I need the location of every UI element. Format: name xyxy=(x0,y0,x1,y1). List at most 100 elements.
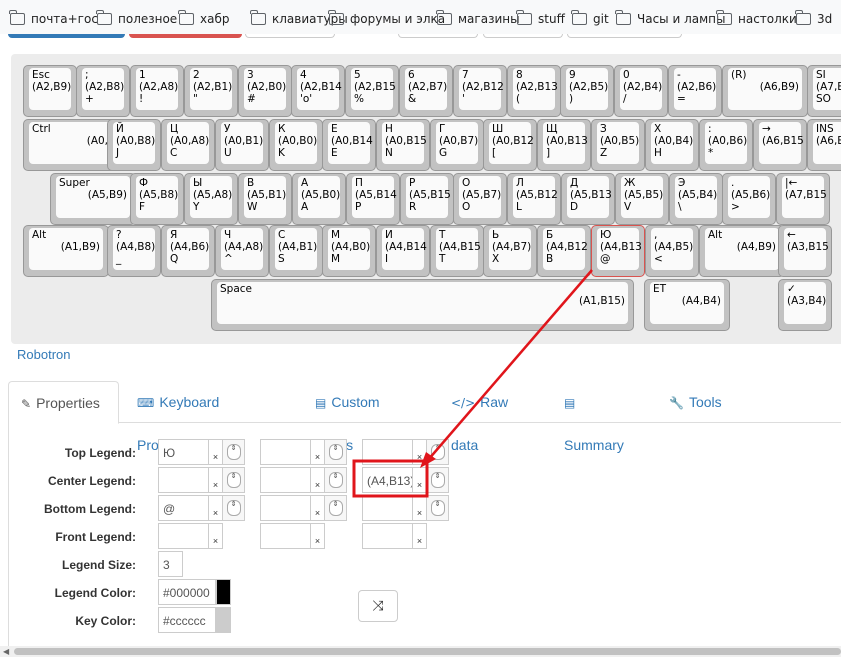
top-legend-input[interactable]: Ю xyxy=(158,439,209,465)
key[interactable]: 2 (A2,B1) " xyxy=(184,65,238,117)
key[interactable]: К (A0,B0) K xyxy=(269,119,323,171)
key[interactable]: Д (A5,B13 D xyxy=(561,173,615,225)
key[interactable]: 8 (A2,B13( xyxy=(507,65,561,117)
key[interactable]: Alt (A1,B9) xyxy=(23,225,109,277)
key[interactable]: А (A5,B0) A xyxy=(292,173,346,225)
key[interactable]: Alt (A4,B9) xyxy=(699,225,785,277)
tab-summary[interactable]: ▤Summary xyxy=(552,381,649,453)
tab-tools[interactable]: 🔧 Tools xyxy=(657,381,734,423)
key[interactable]: Б (A4,B12 B xyxy=(537,225,591,277)
bookmark-item[interactable]: настолки xyxy=(716,10,797,28)
bookmark-item[interactable]: полезное xyxy=(96,10,177,28)
key[interactable]: INS (A6,B xyxy=(807,119,841,171)
key[interactable]: 5 (A2,B15% xyxy=(345,65,399,117)
front-legend-input[interactable] xyxy=(260,523,311,549)
bottom-legend-input[interactable]: @ xyxy=(158,495,209,521)
key[interactable]: М (A4,B0) M xyxy=(322,225,376,277)
bookmark-item[interactable]: почта+гос xyxy=(9,10,98,28)
key[interactable]: 7 (A2,B12 ' xyxy=(453,65,507,117)
shuffle-button[interactable]: ⤨ xyxy=(358,590,398,622)
bookmark-item[interactable]: stuff xyxy=(516,10,565,28)
clear-icon[interactable]: × xyxy=(311,467,325,493)
clear-icon[interactable]: × xyxy=(209,467,223,493)
key[interactable]: Л (A5,B12 L xyxy=(507,173,561,225)
primary-button-edge[interactable] xyxy=(8,34,125,38)
key[interactable]: Ь (A4,B7) X xyxy=(483,225,537,277)
default-button-edge[interactable] xyxy=(567,34,682,38)
bookmark-item[interactable]: форумы и элка xyxy=(328,10,445,28)
key[interactable]: : (A0,B6) * xyxy=(699,119,753,171)
legend-color-swatch[interactable] xyxy=(216,579,231,605)
default-button-edge[interactable] xyxy=(245,34,335,38)
clear-icon[interactable]: × xyxy=(413,467,427,493)
tab-keyboard-properties[interactable]: ⌨Keyboard Properties xyxy=(125,381,291,453)
key[interactable]: Е (A0,B14 E xyxy=(322,119,376,171)
key[interactable]: Я (A4,B6) Q xyxy=(161,225,215,277)
bottom-legend-input[interactable] xyxy=(260,495,311,521)
front-legend-input[interactable] xyxy=(362,523,413,549)
key[interactable]: SI (A7,B SO xyxy=(807,65,841,117)
front-legend-input[interactable] xyxy=(158,523,209,549)
key[interactable]: 6 (A2,B7) & xyxy=(399,65,453,117)
key[interactable]: . (A5,B6) > xyxy=(722,173,776,225)
keyboard-name-link[interactable]: Robotron xyxy=(17,347,70,362)
key[interactable]: ET (A4,B4) xyxy=(644,279,730,331)
key[interactable]: Ю (A4,B13 @ xyxy=(591,225,645,277)
key[interactable]: Space (A1,B15) xyxy=(211,279,634,331)
bottom-legend-input[interactable] xyxy=(362,495,413,521)
scrollbar-thumb[interactable] xyxy=(14,648,841,655)
spinner-control[interactable]: ⇕ xyxy=(427,439,449,465)
key[interactable]: |← (A7,B15 xyxy=(776,173,830,225)
clear-icon[interactable]: × xyxy=(413,495,427,521)
center-legend-input[interactable]: (A4,B13) xyxy=(362,467,413,493)
key[interactable]: Ж (A5,B5) V xyxy=(615,173,669,225)
spinner-control[interactable]: ⇕ xyxy=(223,439,245,465)
key[interactable]: Н (A0,B15 N xyxy=(376,119,430,171)
default-button-edge[interactable] xyxy=(398,34,478,38)
bookmark-item[interactable]: Часы и лампы xyxy=(615,10,725,28)
top-legend-input[interactable] xyxy=(260,439,311,465)
key[interactable]: 0 (A2,B4) / xyxy=(614,65,668,117)
clear-icon[interactable]: × xyxy=(209,495,223,521)
clear-icon[interactable]: × xyxy=(209,439,223,465)
clear-icon[interactable]: × xyxy=(311,523,325,549)
key[interactable]: Ы (A5,A8) Y xyxy=(184,173,238,225)
key-color-swatch[interactable] xyxy=(216,607,231,633)
key[interactable]: 9 (A2,B5)) xyxy=(560,65,614,117)
key[interactable]: Э (A5,B4) \ xyxy=(669,173,723,225)
clear-icon[interactable]: × xyxy=(311,495,325,521)
key[interactable]: С (A4,B1) S xyxy=(269,225,323,277)
key[interactable]: ; (A2,B8) + xyxy=(76,65,130,117)
key[interactable]: ← (A3,B15 xyxy=(778,225,832,277)
key[interactable]: У (A0,B1) U xyxy=(215,119,269,171)
tab-properties[interactable]: ✎ Properties xyxy=(8,381,119,424)
key[interactable]: Щ (A0,B13] xyxy=(537,119,591,171)
key[interactable]: Т (A4,B15 T xyxy=(430,225,484,277)
key[interactable]: ? (A4,B8) _ xyxy=(107,225,161,277)
key[interactable]: Esc (A2,B9) xyxy=(23,65,77,117)
spinner-control[interactable]: ⇕ xyxy=(325,467,347,493)
bookmark-item[interactable]: хабр xyxy=(178,10,229,28)
key[interactable]: , (A4,B5) < xyxy=(645,225,699,277)
key[interactable]: В (A5,B1) W xyxy=(238,173,292,225)
clear-icon[interactable]: × xyxy=(413,439,427,465)
key[interactable]: Г (A0,B7) G xyxy=(430,119,484,171)
clear-icon[interactable]: × xyxy=(311,439,325,465)
key[interactable]: Ч (A4,A8) ^ xyxy=(215,225,269,277)
spinner-control[interactable]: ⇕ xyxy=(427,495,449,521)
spinner-control[interactable]: ⇕ xyxy=(223,467,245,493)
key[interactable]: О (A5,B7) O xyxy=(453,173,507,225)
tab-custom-styles[interactable]: ▤Custom Styles xyxy=(303,381,422,453)
key[interactable]: 1 (A2,A8)! xyxy=(130,65,184,117)
default-button-edge[interactable] xyxy=(483,34,563,38)
center-legend-input[interactable] xyxy=(260,467,311,493)
key[interactable]: Ш (A0,B12[ xyxy=(483,119,537,171)
key[interactable]: (R) (A6,B9) xyxy=(722,65,808,117)
key[interactable]: → (A6,B15 xyxy=(753,119,807,171)
key[interactable]: И (A4,B14 I xyxy=(376,225,430,277)
key[interactable]: Ц (A0,A8) C xyxy=(161,119,215,171)
horizontal-scrollbar[interactable]: ◀ xyxy=(0,646,841,657)
spinner-control[interactable]: ⇕ xyxy=(427,467,449,493)
clear-icon[interactable]: × xyxy=(209,523,223,549)
key[interactable]: Х (A0,B4) H xyxy=(645,119,699,171)
